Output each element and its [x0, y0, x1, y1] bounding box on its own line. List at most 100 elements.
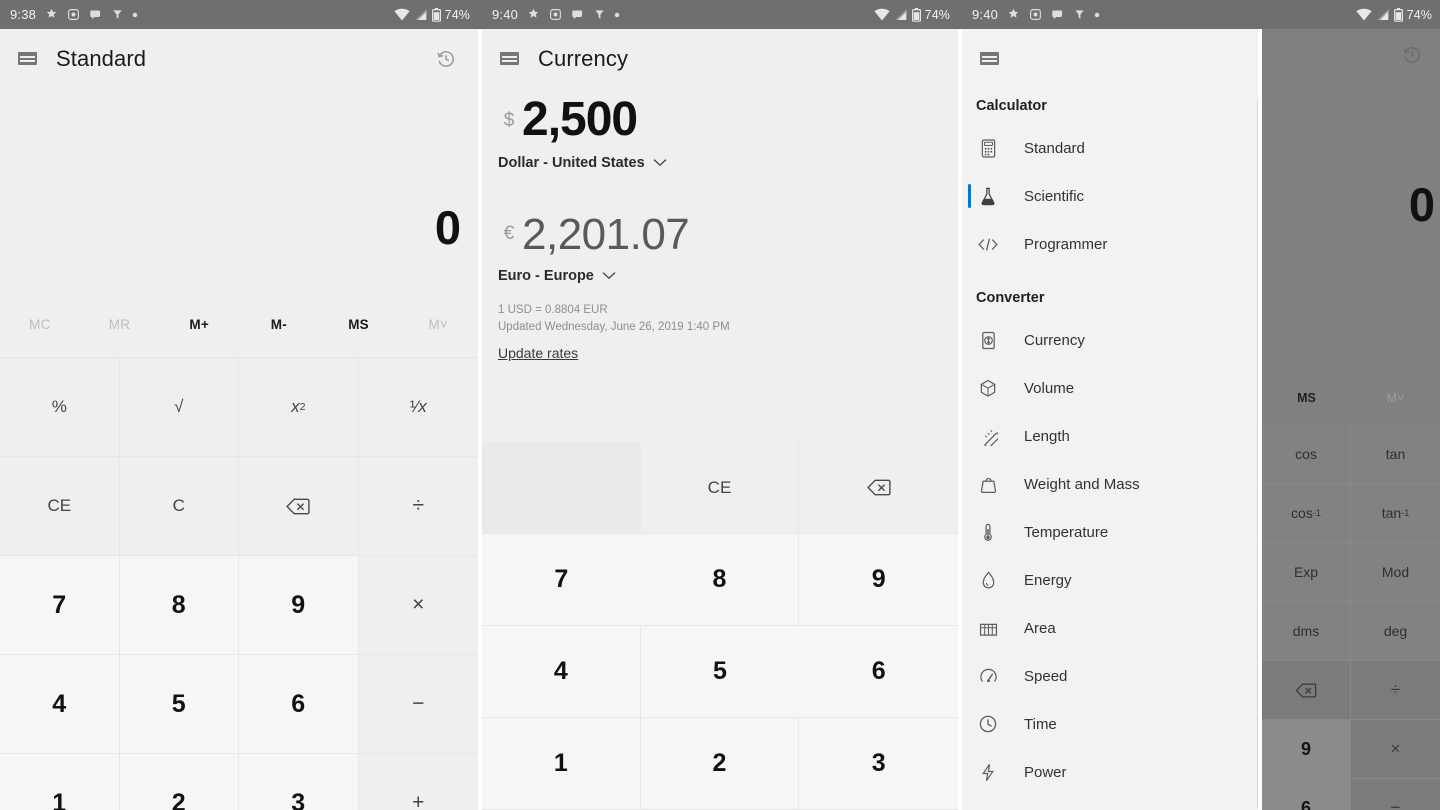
key-9[interactable]: 9	[799, 534, 958, 626]
update-rates-link[interactable]: Update rates	[490, 345, 958, 361]
key-4[interactable]: 4	[0, 655, 120, 754]
sidebar-item-standard[interactable]: Standard	[962, 124, 1260, 172]
sidebar-item-scientific[interactable]: Scientific	[962, 172, 1260, 220]
status-bar-3: 9:40 74%	[962, 0, 1440, 29]
sidebar-item-temperature[interactable]: Temperature	[962, 508, 1260, 556]
wifi-icon	[1356, 8, 1372, 21]
key-9[interactable]: 9	[1262, 720, 1351, 779]
key-square[interactable]: x2	[239, 358, 359, 457]
currency-body: $ 2,500 Dollar - United States € 2,201.0…	[482, 96, 958, 362]
calculator-icon	[976, 136, 1000, 160]
memory-button-m-minus[interactable]: M-	[239, 317, 319, 332]
app-icon-4	[112, 8, 123, 21]
key-4[interactable]: 4	[482, 626, 641, 718]
key-6[interactable]: 6	[1262, 779, 1351, 810]
sidebar-item-energy[interactable]: Energy	[962, 556, 1260, 604]
key-dms[interactable]: dms	[1262, 602, 1351, 661]
key-blank	[482, 442, 641, 534]
key-1[interactable]: 1	[0, 754, 120, 810]
sidebar-item-length[interactable]: Length	[962, 412, 1260, 460]
key-mod[interactable]: Mod	[1351, 543, 1440, 602]
currency-from-value: 2,500	[522, 93, 638, 146]
key-1[interactable]: 1	[482, 718, 641, 810]
currency-from-selector[interactable]: Dollar - United States	[490, 155, 958, 171]
key-8[interactable]: 8	[119, 556, 239, 655]
sidebar-item-area[interactable]: Area	[962, 604, 1260, 652]
app-icon-4	[594, 8, 605, 21]
status-right-group-2: 74%	[874, 7, 950, 22]
history-icon[interactable]	[1394, 37, 1430, 73]
app-icon-2	[67, 8, 80, 21]
key-multiply[interactable]: ×	[1351, 720, 1440, 779]
sidebar-item-currency[interactable]: Currency	[962, 316, 1260, 364]
sidebar-item-time[interactable]: Time	[962, 700, 1260, 748]
memory-button-mr[interactable]: MR	[80, 317, 160, 332]
key-3[interactable]: 3	[799, 718, 958, 810]
memory-button-ms[interactable]: MS	[1262, 391, 1351, 405]
key-add[interactable]: +	[358, 754, 478, 810]
sidebar-item-label: Length	[1024, 427, 1070, 445]
key-5[interactable]: 5	[640, 626, 800, 718]
key-subtract[interactable]: −	[358, 655, 478, 754]
currency-to-symbol: €	[503, 223, 515, 244]
key-7[interactable]: 7	[0, 556, 120, 655]
sidebar-item-label: Time	[1024, 715, 1057, 733]
key-clear-entry[interactable]: CE	[0, 457, 120, 556]
key-exp[interactable]: Exp	[1262, 543, 1351, 602]
key-6[interactable]: 6	[799, 626, 958, 718]
currency-to-amount-row[interactable]: € 2,201.07	[490, 213, 958, 257]
key-cos-inverse[interactable]: cos -1	[1262, 484, 1351, 543]
key-clear[interactable]: C	[119, 457, 239, 556]
status-clock: 9:38	[10, 7, 37, 22]
hamburger-icon[interactable]	[970, 40, 1008, 78]
history-icon[interactable]	[428, 41, 464, 77]
memory-button-ms[interactable]: MS	[319, 317, 399, 332]
key-reciprocal[interactable]: ¹⁄ x	[358, 358, 478, 457]
sidebar-item-power[interactable]: Power	[962, 748, 1260, 796]
key-8[interactable]: 8	[640, 534, 800, 626]
key-9[interactable]: 9	[239, 556, 359, 655]
sidebar-item-speed[interactable]: Speed	[962, 652, 1260, 700]
key-6[interactable]: 6	[239, 655, 359, 754]
currency-to-selector[interactable]: Euro - Europe	[490, 268, 958, 284]
key-tan[interactable]: tan	[1351, 425, 1440, 484]
memory-button-m-dropdown[interactable]: M˅	[398, 317, 478, 332]
sidebar-item-volume[interactable]: Volume	[962, 364, 1260, 412]
backspace-icon[interactable]	[239, 457, 359, 556]
key-7[interactable]: 7	[482, 534, 641, 626]
key-sqrt[interactable]: √	[119, 358, 239, 457]
key-2[interactable]: 2	[640, 718, 800, 810]
hamburger-icon[interactable]	[490, 40, 528, 78]
backspace-icon[interactable]	[799, 442, 958, 534]
key-clear-entry[interactable]: CE	[640, 442, 800, 534]
status-left-group: 9:38	[10, 7, 138, 22]
key-tan-inverse[interactable]: tan -1	[1351, 484, 1440, 543]
key-2[interactable]: 2	[119, 754, 239, 810]
key-percent[interactable]: %	[0, 358, 120, 457]
hamburger-icon[interactable]	[8, 40, 46, 78]
thermometer-icon	[976, 520, 1000, 544]
wifi-icon	[874, 8, 890, 21]
memory-button-m-plus[interactable]: M+	[159, 317, 239, 332]
key-deg[interactable]: deg	[1351, 602, 1440, 661]
sidebar-item-programmer[interactable]: Programmer	[962, 220, 1260, 268]
sidebar-item-weight-and-mass[interactable]: Weight and Mass	[962, 460, 1260, 508]
key-3[interactable]: 3	[239, 754, 359, 810]
key-divide[interactable]: ÷	[358, 457, 478, 556]
key-multiply[interactable]: ×	[358, 556, 478, 655]
status-bar-2: 9:40 74%	[482, 0, 958, 29]
sidebar-item-label: Volume	[1024, 379, 1075, 397]
page-title: Currency	[538, 45, 629, 71]
key-cos[interactable]: cos	[1262, 425, 1351, 484]
sidebar-item-label: Speed	[1024, 667, 1068, 685]
standard-calculator-panel: Standard 0 MC MR M+ M- MS M˅ % √ x2 ¹⁄ x …	[0, 29, 478, 810]
key-5[interactable]: 5	[119, 655, 239, 754]
currency-from-symbol: $	[503, 110, 515, 131]
memory-button-m-dropdown[interactable]: M˅	[1351, 391, 1440, 405]
currency-from-amount-row[interactable]: $ 2,500	[490, 96, 958, 144]
backspace-icon[interactable]	[1262, 661, 1351, 720]
scientific-memory-row: MS M˅	[1262, 371, 1440, 425]
memory-button-mc[interactable]: MC	[0, 317, 80, 332]
key-subtract[interactable]: −	[1351, 779, 1440, 810]
key-divide[interactable]: ÷	[1351, 661, 1440, 720]
